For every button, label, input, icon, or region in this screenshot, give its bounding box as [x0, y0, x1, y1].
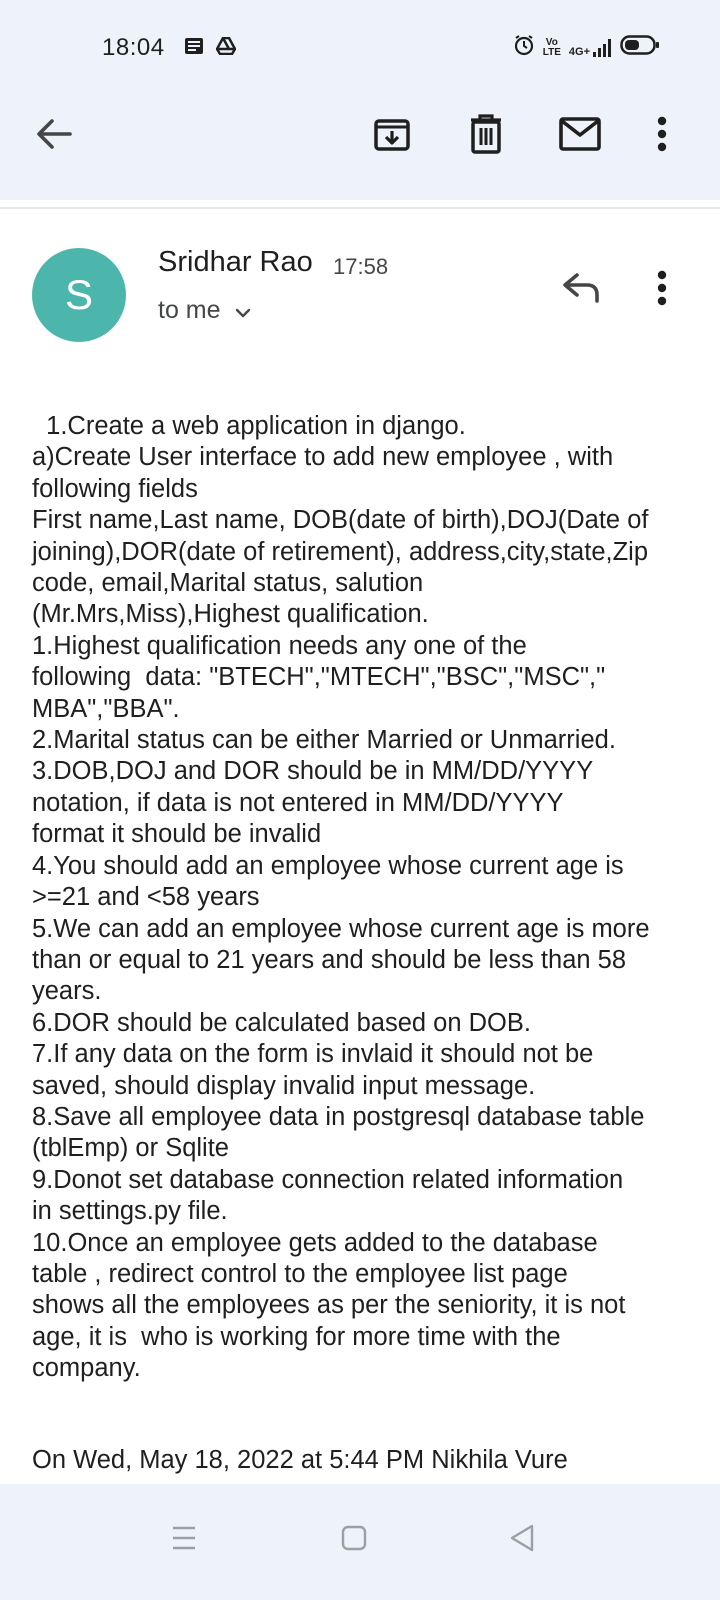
recents-icon[interactable] — [154, 1508, 214, 1568]
body-line: >=21 and <58 years — [32, 883, 260, 912]
body-line: following fields — [32, 474, 198, 503]
body-line: MBA","BBA". — [32, 694, 180, 723]
body-line: 5.We can add an employee whose current a… — [32, 914, 650, 943]
signal-icon: 4G+ — [569, 38, 612, 58]
body-line: code, email,Marital status, salution — [32, 569, 424, 598]
body-line: 1.Highest qualification needs any one of… — [32, 631, 527, 660]
recipient-label: to me — [158, 296, 221, 324]
body-line: than or equal to 21 years and should be … — [32, 945, 627, 974]
reply-icon[interactable] — [557, 265, 605, 309]
body-line: a)Create User interface to add new emplo… — [32, 443, 614, 472]
status-bar: 18:04 Vo LTE 4G+ — [0, 0, 720, 96]
back-arrow-icon[interactable] — [30, 110, 78, 158]
body-line: joining),DOR(date of retirement), addres… — [32, 537, 649, 566]
volte-bottom: LTE — [542, 46, 561, 58]
body-line: 6.DOR should be calculated based on DOB. — [32, 1008, 531, 1037]
body-line: 7.If any data on the form is invlaid it … — [32, 1040, 594, 1069]
body-line: (tblEmp) or Sqlite — [32, 1134, 229, 1163]
body-line: 1.Create a web application in django. — [32, 412, 466, 440]
sender-name[interactable]: Sridhar Rao — [158, 246, 313, 279]
body-line: 4.You should add an employee whose curre… — [32, 851, 624, 880]
body-line: format it should be invalid — [32, 820, 322, 849]
system-nav-bar — [0, 1484, 720, 1600]
sender-avatar[interactable]: S — [32, 248, 126, 342]
app-top-area: 18:04 Vo LTE 4G+ — [0, 0, 720, 200]
body-line: 10.Once an employee gets added to the da… — [32, 1228, 598, 1257]
message-body: 1.Create a web application in django. a)… — [32, 411, 692, 1385]
body-line: saved, should display invalid input mess… — [32, 1071, 536, 1100]
body-line: 2.Marital status can be either Married o… — [32, 726, 616, 755]
body-line: years. — [32, 977, 102, 1006]
notes-icon — [184, 37, 204, 60]
drive-icon — [215, 36, 237, 60]
body-line: table , redirect control to the employee… — [32, 1259, 568, 1288]
battery-icon — [620, 34, 660, 61]
body-line: shows all the employees as per the senio… — [32, 1291, 626, 1320]
network-type: 4G+ — [568, 45, 590, 58]
volte-icon: Vo LTE — [542, 37, 561, 58]
body-line: following data: "BTECH","MTECH","BSC","M… — [32, 663, 606, 692]
body-line: 3.DOB,DOJ and DOR should be in MM/DD/YYY… — [32, 757, 594, 786]
body-line: 9.Donot set database connection related … — [32, 1165, 624, 1194]
notification-icons — [184, 36, 237, 60]
body-line: company. — [32, 1354, 141, 1383]
body-line: age, it is who is working for more time … — [32, 1322, 561, 1351]
more-vert-icon[interactable] — [640, 110, 684, 158]
body-line: (Mr.Mrs,Miss),Highest qualification. — [32, 600, 429, 629]
status-time: 18:04 — [102, 34, 165, 61]
body-line: 8.Save all employee data in postgresql d… — [32, 1102, 645, 1131]
mark-unread-icon[interactable] — [556, 110, 604, 158]
status-right: Vo LTE 4G+ — [513, 34, 660, 61]
archive-icon[interactable] — [368, 110, 416, 158]
body-line: in settings.py file. — [32, 1197, 228, 1226]
divider — [0, 207, 720, 209]
message-time: 17:58 — [333, 254, 389, 279]
message-toolbar — [0, 96, 720, 200]
home-icon[interactable] — [324, 1508, 384, 1568]
message-more-vert-icon[interactable] — [640, 266, 684, 310]
delete-icon[interactable] — [462, 110, 510, 158]
recipient-details-toggle[interactable]: to me — [158, 296, 251, 325]
alarm-icon — [513, 34, 535, 61]
avatar-letter: S — [64, 271, 93, 318]
quoted-message-header[interactable]: On Wed, May 18, 2022 at 5:44 PM Nikhila … — [32, 1446, 568, 1475]
body-line: First name,Last name, DOB(date of birth)… — [32, 506, 649, 535]
back-triangle-icon[interactable] — [492, 1508, 552, 1568]
body-line: notation, if data is not entered in MM/D… — [32, 788, 564, 817]
chevron-down-icon — [235, 296, 251, 325]
